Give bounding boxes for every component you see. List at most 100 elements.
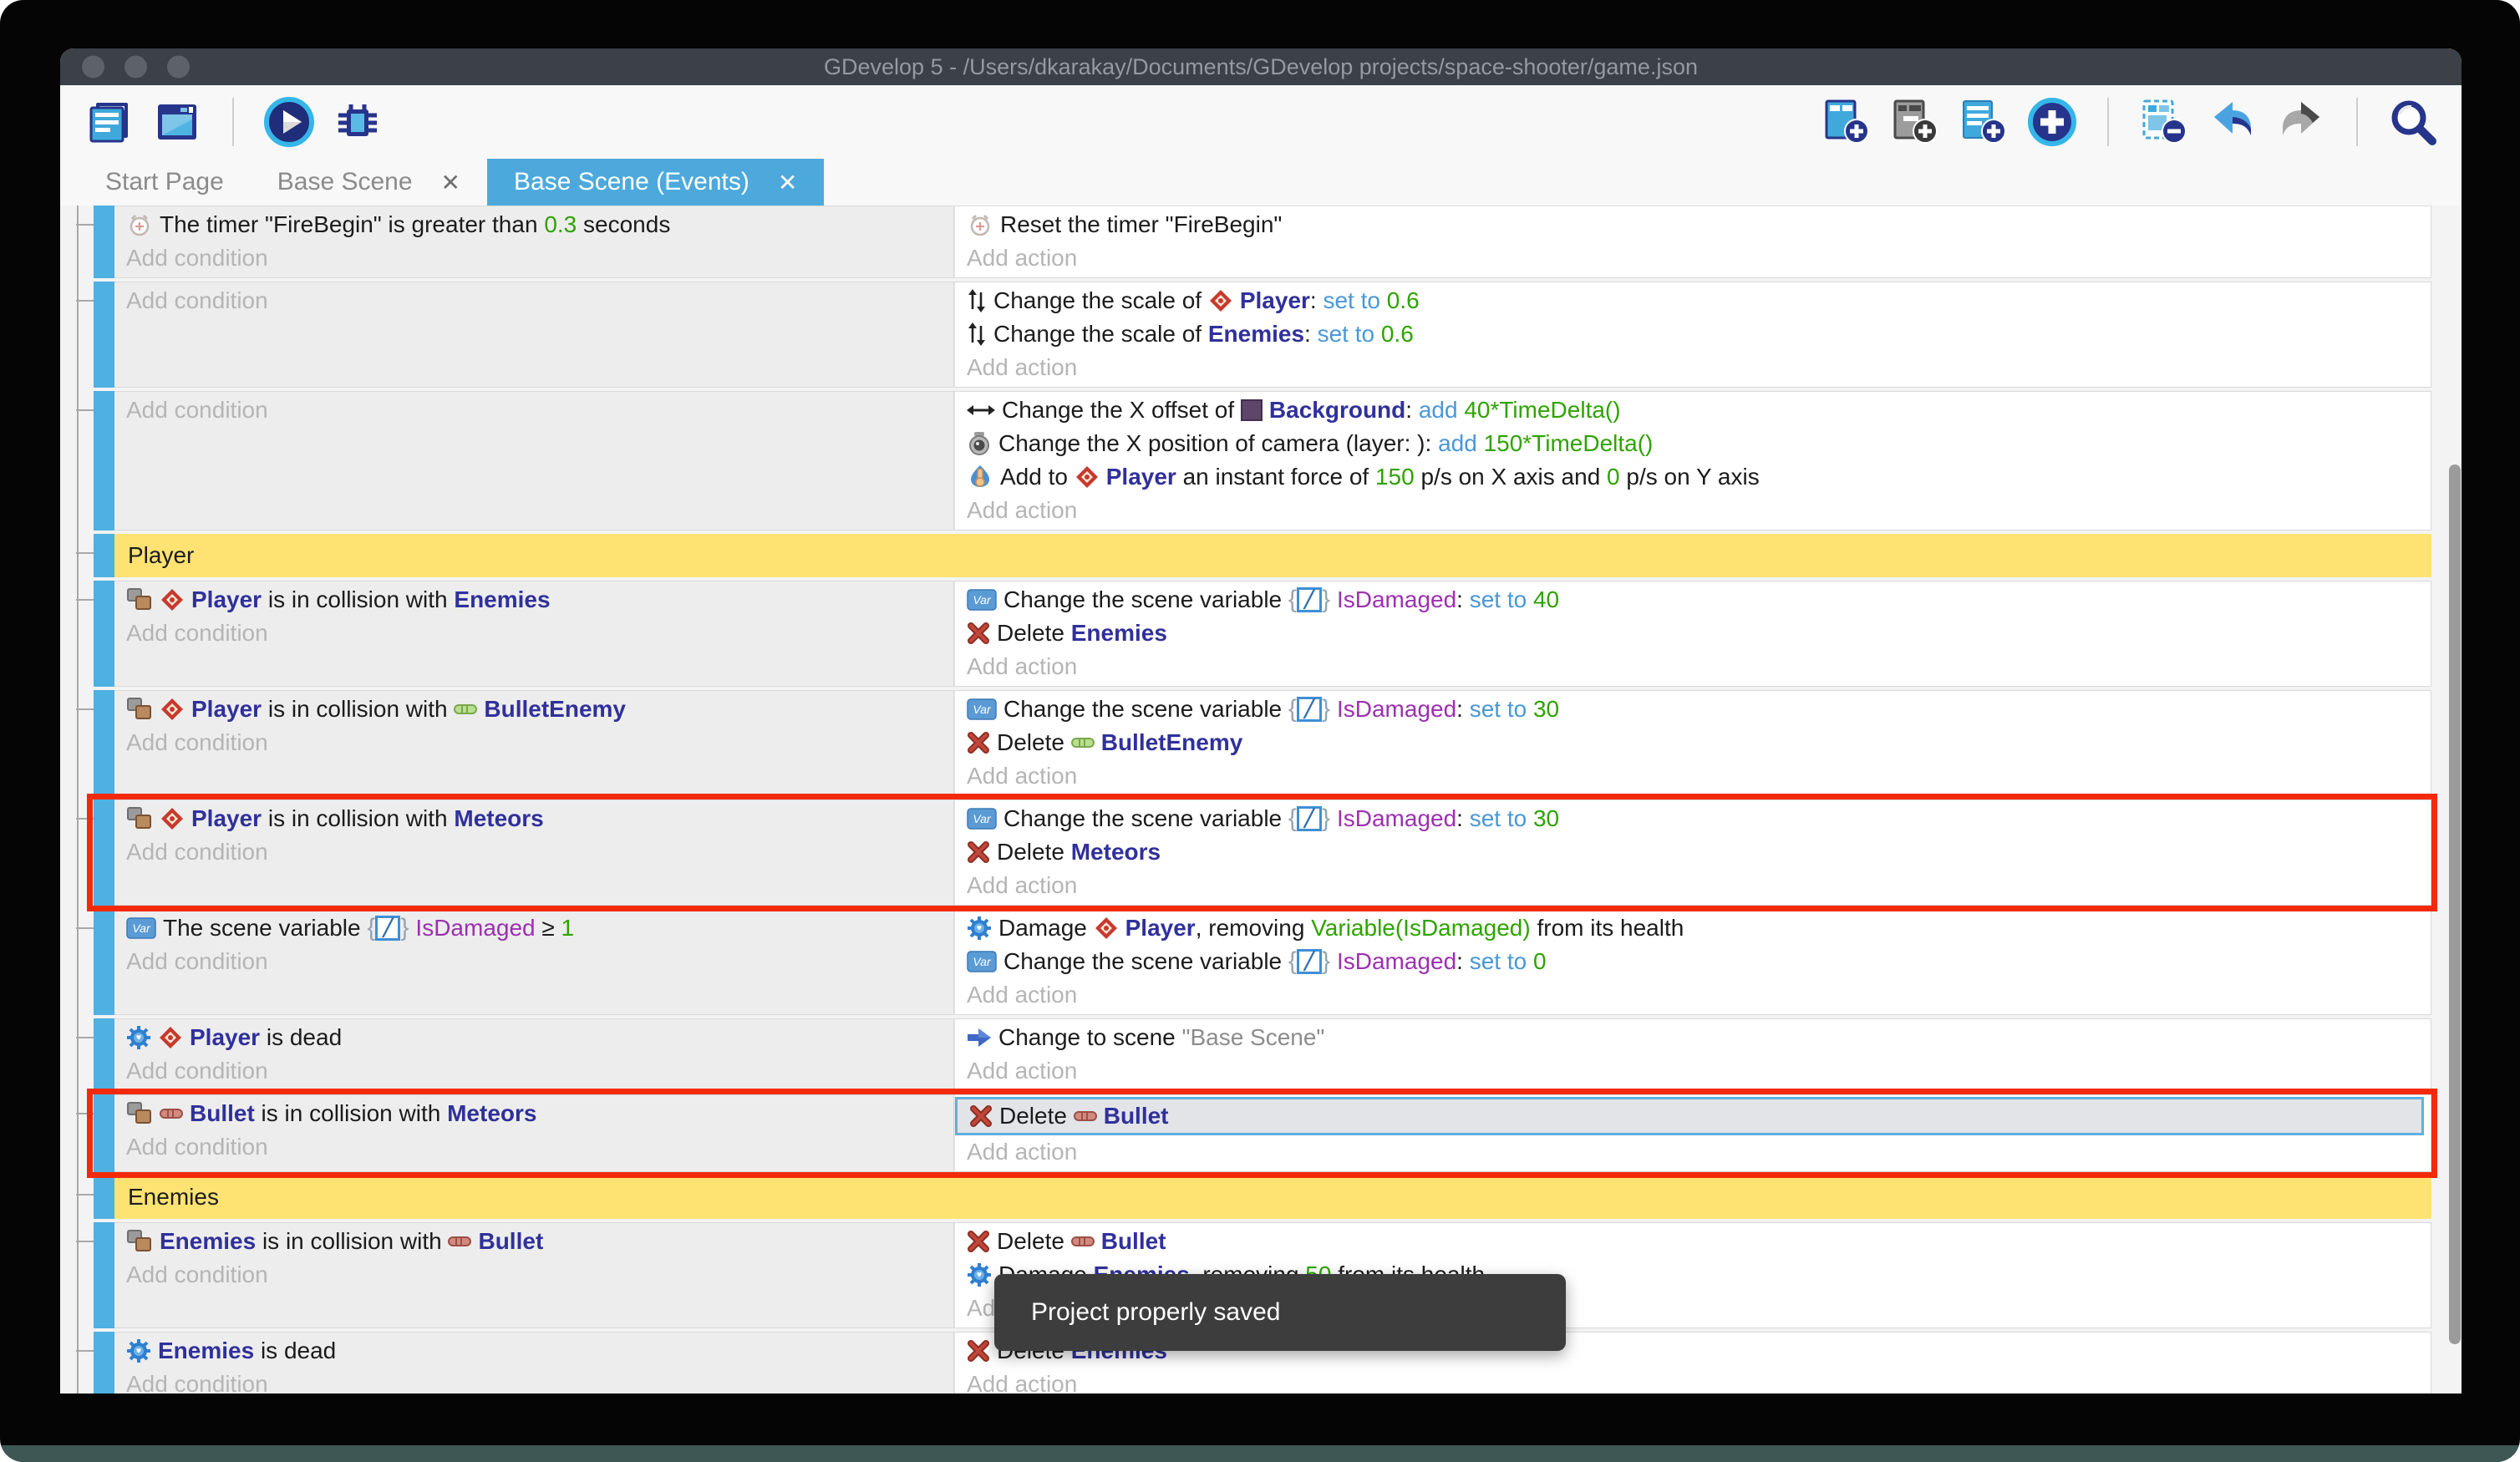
add-action-button[interactable]: Add action — [955, 869, 2431, 902]
event-condition[interactable]: Enemies is in collision with Bullet — [114, 1225, 953, 1258]
undo-button[interactable] — [2206, 95, 2259, 149]
add-condition-button[interactable]: Add condition — [114, 1054, 953, 1088]
scene-editor-icon — [153, 98, 201, 146]
add-condition-button[interactable]: Add condition — [114, 945, 953, 978]
event-drag-handle[interactable] — [76, 708, 94, 710]
add-action-button[interactable]: Add action — [955, 759, 2431, 793]
scene-editor-button[interactable] — [150, 95, 204, 149]
tab-close-icon[interactable]: ✕ — [441, 169, 460, 196]
event-condition[interactable]: Player is dead — [114, 1021, 953, 1054]
event-drag-handle[interactable] — [76, 927, 94, 929]
add-condition-button[interactable]: Add condition — [114, 284, 953, 317]
event-action[interactable]: VarChange the scene variable {╱}IsDamage… — [955, 693, 2431, 726]
text-segment: is in collision with — [262, 586, 454, 613]
add-condition-button[interactable]: Add condition — [114, 726, 953, 759]
conditions-cell: Player is in collision with EnemiesAdd c… — [114, 581, 954, 687]
event-action[interactable]: Reset the timer "FireBegin" — [955, 208, 2431, 241]
project-manager-button[interactable] — [82, 95, 135, 149]
add-subevent-button[interactable] — [1957, 95, 2010, 149]
event-drag-handle[interactable] — [76, 224, 94, 226]
text-segment: Change the scene variable — [1003, 805, 1288, 832]
event-drag-handle[interactable] — [76, 1350, 94, 1352]
add-comment-button[interactable] — [1888, 95, 1942, 149]
event-row: Add conditionChange the X offset of Back… — [94, 391, 2431, 530]
add-other-button[interactable] — [2025, 95, 2079, 149]
toolbar — [60, 85, 2462, 159]
tab-base-scene[interactable]: Base Scene✕ — [251, 159, 487, 206]
add-action-button[interactable]: Add action — [955, 650, 2431, 683]
add-condition-button[interactable]: Add condition — [114, 1130, 953, 1164]
event-action[interactable]: Delete BulletEnemy — [955, 726, 2431, 759]
event-drag-handle[interactable] — [76, 818, 94, 820]
event-condition[interactable]: Player is in collision with Meteors — [114, 802, 953, 835]
search-button[interactable] — [2386, 95, 2440, 149]
event-drag-handle[interactable] — [76, 599, 94, 601]
event-action[interactable]: Delete Meteors — [955, 835, 2431, 869]
event-action[interactable]: Delete Enemies — [955, 617, 2431, 650]
minimize-window-button[interactable] — [124, 56, 147, 79]
event-drag-handle[interactable] — [76, 1241, 94, 1242]
play-button[interactable] — [262, 95, 316, 149]
add-action-button[interactable]: Add action — [955, 241, 2431, 275]
camera-icon — [967, 431, 992, 456]
debug-button[interactable] — [331, 95, 384, 149]
add-action-button[interactable]: Add action — [955, 978, 2431, 1012]
event-action[interactable]: Change to scene "Base Scene" — [955, 1021, 2431, 1054]
group-header[interactable]: Enemies — [114, 1175, 2431, 1219]
event-action[interactable]: Change the X position of camera (layer: … — [955, 427, 2431, 460]
add-condition-button[interactable]: Add condition — [114, 1258, 953, 1292]
add-condition-button[interactable]: Add condition — [114, 241, 953, 275]
event-condition[interactable]: The timer "FireBegin" is greater than 0.… — [114, 208, 953, 241]
event-condition[interactable]: VarThe scene variable {╱}IsDamaged ≥ 1 — [114, 911, 953, 945]
event-action[interactable]: Add to Player an instant force of 150 p/… — [955, 460, 2431, 494]
add-condition-button[interactable]: Add condition — [114, 393, 953, 427]
tab-base-scene-events-[interactable]: Base Scene (Events)✕ — [487, 159, 824, 206]
event-action[interactable]: Damage Player, removing Variable(IsDamag… — [955, 911, 2431, 945]
event-action[interactable]: Change the X offset of Background: add 4… — [955, 393, 2431, 427]
project-manager-icon — [84, 98, 133, 146]
event-condition[interactable]: Enemies is dead — [114, 1334, 953, 1368]
add-action-button[interactable]: Add action — [955, 494, 2431, 527]
add-event-button[interactable] — [1820, 95, 1873, 149]
add-action-button[interactable]: Add action — [955, 1054, 2431, 1088]
add-action-button[interactable]: Add action — [955, 1135, 2431, 1169]
event-drag-handle[interactable] — [76, 1194, 94, 1195]
event-condition[interactable]: Player is in collision with Enemies — [114, 583, 953, 617]
add-condition-button[interactable]: Add condition — [114, 617, 953, 650]
actions-cell: Damage Player, removing Variable(IsDamag… — [954, 909, 2431, 1015]
window-controls — [82, 56, 190, 79]
collision-icon — [126, 1101, 153, 1126]
event-action[interactable]: Delete Bullet — [955, 1097, 2424, 1135]
text-segment: set to — [1470, 696, 1533, 723]
event-action[interactable]: VarChange the scene variable {╱}IsDamage… — [955, 802, 2431, 835]
zoom-window-button[interactable] — [167, 56, 190, 79]
event-action[interactable]: Delete Bullet — [955, 1225, 2431, 1258]
event-drag-handle[interactable] — [76, 1113, 94, 1114]
delete-icon — [967, 622, 990, 645]
add-condition-button[interactable]: Add condition — [114, 1368, 953, 1393]
event-condition[interactable]: Player is in collision with BulletEnemy — [114, 693, 953, 726]
event-color-bar — [94, 534, 114, 577]
event-action[interactable]: VarChange the scene variable {╱}IsDamage… — [955, 583, 2431, 617]
tab-close-icon[interactable]: ✕ — [778, 169, 797, 196]
event-color-bar — [94, 909, 114, 1015]
event-action[interactable]: Change the scale of Player: set to 0.6 — [955, 284, 2431, 317]
event-action[interactable]: VarChange the scene variable {╱}IsDamage… — [955, 945, 2431, 978]
event-condition[interactable]: Bullet is in collision with Meteors — [114, 1097, 953, 1130]
close-window-button[interactable] — [82, 56, 104, 79]
add-action-button[interactable]: Add action — [955, 1368, 2431, 1393]
add-condition-button[interactable]: Add condition — [114, 835, 953, 869]
event-action[interactable]: Change the scale of Enemies: set to 0.6 — [955, 317, 2431, 351]
vertical-scrollbar-thumb[interactable] — [2449, 464, 2461, 1344]
event-drag-handle[interactable] — [76, 409, 94, 411]
add-action-button[interactable]: Add action — [955, 351, 2431, 384]
event-drag-handle[interactable] — [76, 1037, 94, 1038]
event-tree-guide — [77, 206, 79, 1393]
event-drag-handle[interactable] — [76, 552, 94, 554]
group-header[interactable]: Player — [114, 534, 2431, 577]
health-icon — [126, 1025, 151, 1050]
event-drag-handle[interactable] — [76, 300, 94, 302]
redo-button[interactable] — [2274, 95, 2328, 149]
tab-start-page[interactable]: Start Page — [79, 159, 251, 206]
remove-event-button[interactable] — [2137, 95, 2191, 149]
